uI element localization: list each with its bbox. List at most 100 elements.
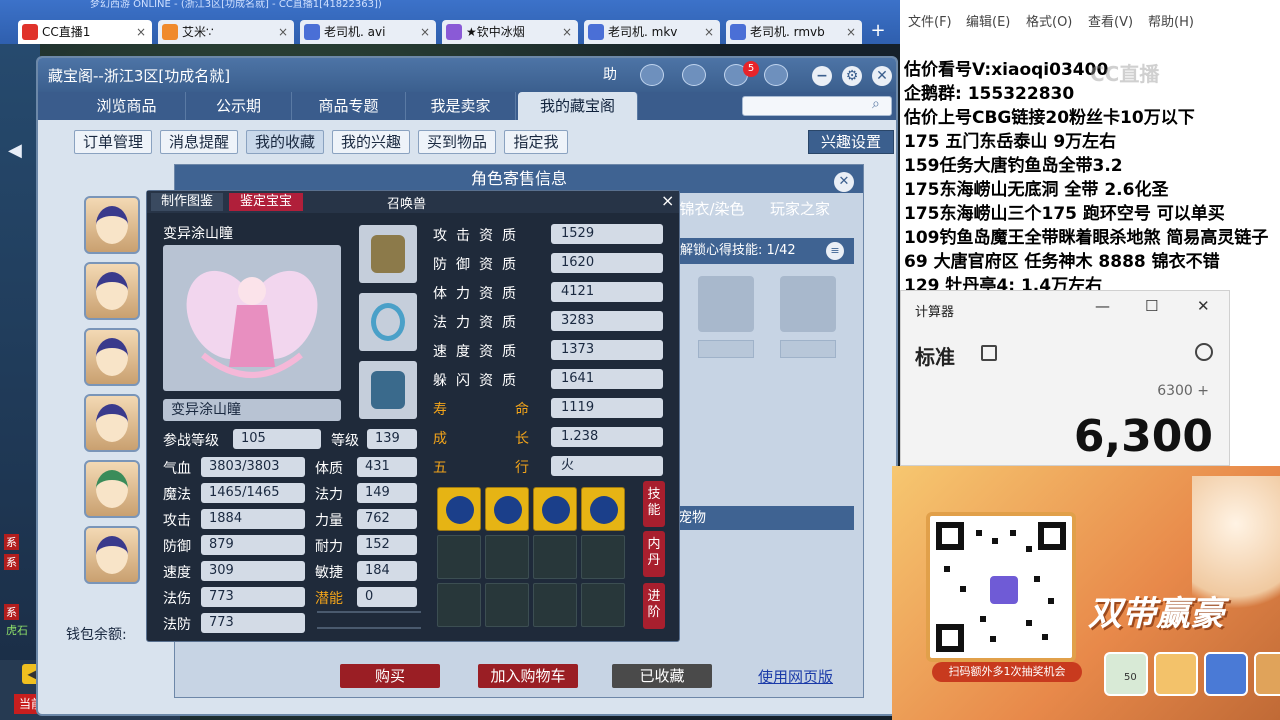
slot-label <box>780 340 836 358</box>
nav-tab-topics[interactable]: 商品专题 <box>292 92 406 120</box>
skill-slot-empty[interactable] <box>437 535 481 579</box>
character-avatar[interactable] <box>84 196 140 254</box>
browser-tab[interactable]: 老司机. avi × <box>300 20 436 44</box>
minimize-button[interactable]: — <box>1095 297 1110 315</box>
close-button[interactable]: ✕ <box>872 66 892 86</box>
skill-slot[interactable] <box>437 487 481 531</box>
buy-button[interactable]: 购买 <box>340 664 440 688</box>
skill-slot[interactable] <box>533 487 577 531</box>
empty-slot[interactable] <box>698 276 754 332</box>
maximize-button[interactable]: ☐ <box>1145 297 1158 315</box>
character-avatar[interactable] <box>84 526 140 584</box>
browser-tab[interactable]: CC直播1 × <box>18 20 152 44</box>
prize-item <box>1154 652 1198 696</box>
menu-edit[interactable]: 编辑(E) <box>966 11 1010 30</box>
sub-tab-designated[interactable]: 指定我 <box>504 130 568 154</box>
menu-icon[interactable]: ≡ <box>826 242 844 260</box>
menu-help[interactable]: 帮助(H) <box>1148 11 1194 30</box>
keep-on-top-icon[interactable] <box>981 345 997 361</box>
tab-player-home[interactable]: 玩家之家 <box>760 196 840 222</box>
browser-tab[interactable]: 艾米∵ × <box>158 20 294 44</box>
skill-slot-empty[interactable] <box>485 535 529 579</box>
collected-button[interactable]: 已收藏 <box>612 664 712 688</box>
beast-close-icon[interactable]: × <box>661 191 674 210</box>
character-avatar[interactable] <box>84 394 140 452</box>
new-tab-button[interactable]: + <box>866 20 890 44</box>
promo-banner[interactable]: 扫码额外多1次抽奖机会 双带赢豪 50 <box>892 466 1280 720</box>
tab-label: 艾米∵ <box>182 25 214 39</box>
skill-slot-empty[interactable] <box>533 535 577 579</box>
tab-close-icon[interactable]: × <box>420 20 430 44</box>
skill-slot-empty[interactable] <box>581 583 625 627</box>
element-row: 五行 火 <box>433 455 665 477</box>
record-icon[interactable] <box>682 64 706 86</box>
close-button[interactable]: ✕ <box>1197 297 1210 315</box>
battle-level-row: 参战等级 105 <box>163 429 323 449</box>
equipment-slot[interactable] <box>359 293 417 351</box>
menu-file[interactable]: 文件(F) <box>908 11 952 30</box>
tab-close-icon[interactable]: × <box>846 20 856 44</box>
help-button[interactable]: 助 <box>596 64 624 86</box>
tab-inner-core[interactable]: 内丹 <box>643 531 665 577</box>
sub-tab-bought[interactable]: 买到物品 <box>418 130 496 154</box>
settings-gear-icon[interactable]: ⚙ <box>842 66 862 86</box>
tab-close-icon[interactable]: × <box>278 20 288 44</box>
attr-row: 潜能 0 <box>315 587 419 607</box>
nav-tab-browse[interactable]: 浏览商品 <box>68 92 186 120</box>
equipment-slot[interactable] <box>359 225 417 283</box>
equipment-slot[interactable] <box>359 361 417 419</box>
sub-tab-orders[interactable]: 订单管理 <box>74 130 152 154</box>
sub-tab-messages[interactable]: 消息提醒 <box>160 130 238 154</box>
aptitude-value: 3283 <box>551 311 663 331</box>
browser-tab[interactable]: 老司机. mkv × <box>584 20 720 44</box>
calculator-mode[interactable]: 标准 <box>915 341 955 370</box>
tab-skills[interactable]: 技能 <box>643 481 665 527</box>
interest-settings-button[interactable]: 兴趣设置 <box>808 130 894 154</box>
attr-value: 0 <box>357 587 417 607</box>
tab-costume[interactable]: 锦衣/染色 <box>676 196 748 222</box>
attr-label: 敏捷 <box>315 565 343 581</box>
sub-tab-favorites[interactable]: 我的收藏 <box>246 130 324 154</box>
skill-slot[interactable] <box>581 487 625 531</box>
search-input[interactable] <box>742 96 892 116</box>
skill-slot-empty[interactable] <box>485 583 529 627</box>
nav-tab-my-cbg[interactable]: 我的藏宝阁 <box>518 92 638 120</box>
stat-label: 攻击 <box>163 513 191 529</box>
tab-favicon-icon <box>446 24 462 40</box>
minimize-button[interactable]: − <box>812 66 832 86</box>
nav-tab-public[interactable]: 公示期 <box>186 92 292 120</box>
skill-slot-empty[interactable] <box>581 535 625 579</box>
character-avatar[interactable] <box>84 328 140 386</box>
character-avatar[interactable] <box>84 262 140 320</box>
hammer-icon[interactable] <box>640 64 664 86</box>
pet-row[interactable]: 宠物 <box>672 506 854 530</box>
attr-label: 潜能 <box>315 591 343 607</box>
calculator-expression: 6300 + <box>1157 383 1209 399</box>
history-icon[interactable] <box>1195 343 1213 361</box>
tab-advance[interactable]: 进阶 <box>643 583 665 629</box>
menu-view[interactable]: 查看(V) <box>1088 11 1133 30</box>
browser-tab[interactable]: ★钦中冰烟 × <box>442 20 578 44</box>
skill-slot-empty[interactable] <box>533 583 577 627</box>
level-value: 139 <box>367 429 417 449</box>
menu-format[interactable]: 格式(O) <box>1026 11 1072 30</box>
web-version-link[interactable]: 使用网页版 <box>758 666 833 687</box>
collapse-left-arrow-icon[interactable]: ◀ <box>8 140 22 161</box>
character-avatar[interactable] <box>84 460 140 518</box>
skill-slot[interactable] <box>485 487 529 531</box>
skill-slot-empty[interactable] <box>437 583 481 627</box>
browser-tab[interactable]: 老司机. rmvb × <box>726 20 862 44</box>
cart-icon[interactable] <box>764 64 788 86</box>
role-panel-close-button[interactable]: ✕ <box>834 172 854 192</box>
sub-tab-interests[interactable]: 我的兴趣 <box>332 130 410 154</box>
tab-close-icon[interactable]: × <box>562 20 572 44</box>
search-icon[interactable]: ⌕ <box>872 96 880 112</box>
tab-appraise-pet[interactable]: 鉴定宝宝 <box>229 193 303 211</box>
tab-close-icon[interactable]: × <box>136 20 146 44</box>
notepad-text[interactable]: 估价看号V:xiaoqi03400 企鹅群: 155322830 估价上号CBG… <box>904 58 1280 298</box>
add-to-cart-button[interactable]: 加入购物车 <box>478 664 578 688</box>
tab-craft-catalog[interactable]: 制作图鉴 <box>151 193 223 211</box>
nav-tab-seller[interactable]: 我是卖家 <box>406 92 516 120</box>
tab-close-icon[interactable]: × <box>704 20 714 44</box>
empty-slot[interactable] <box>780 276 836 332</box>
